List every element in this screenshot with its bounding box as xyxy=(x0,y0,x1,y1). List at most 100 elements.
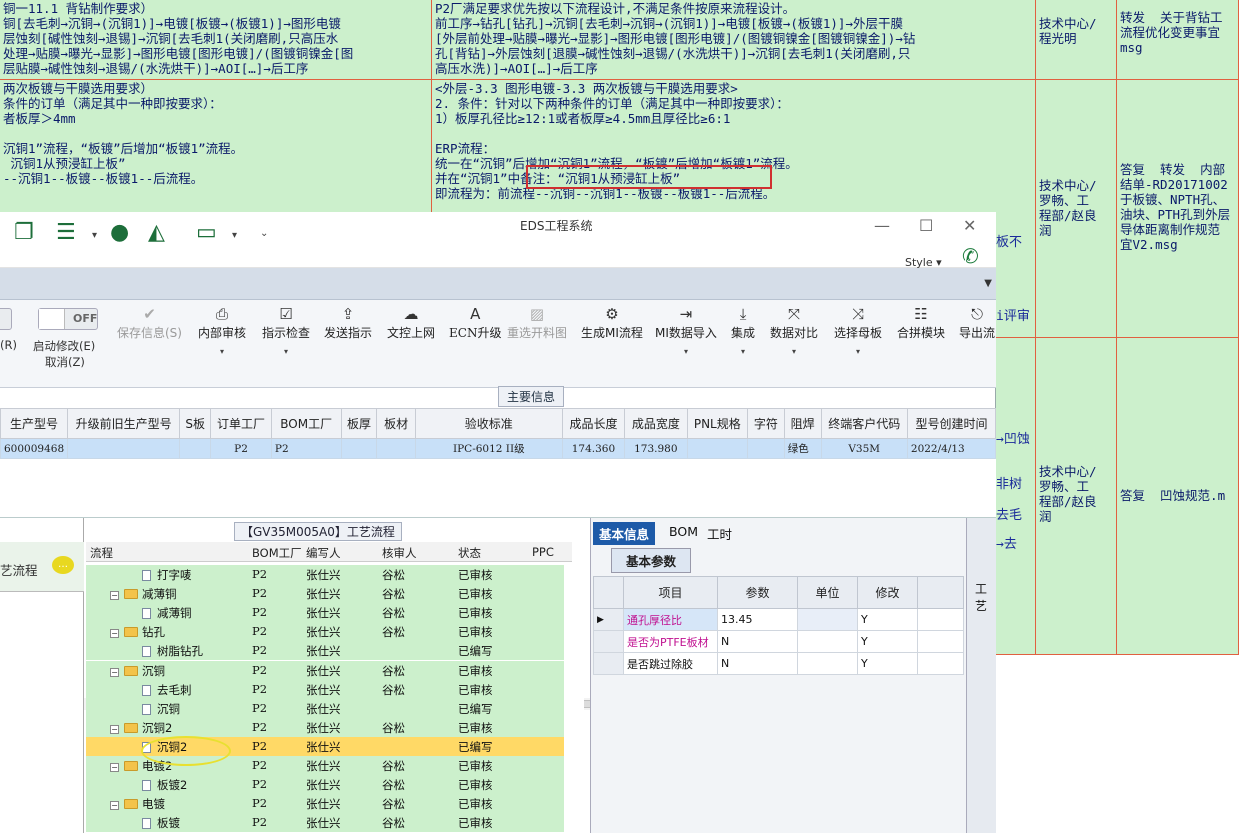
tree-row[interactable]: − 沉铜2 P2 张仕兴 谷松 已审核 xyxy=(86,717,564,737)
table-row[interactable]: 是否跳过除胶 N Y xyxy=(593,652,964,675)
grid-header[interactable]: 终端客户代码 xyxy=(820,408,908,439)
params-header-param[interactable]: 参数 xyxy=(717,576,798,609)
merge-module-button[interactable]: ☷ 合拼模块 xyxy=(897,304,945,341)
grid-header[interactable]: 验收标准 xyxy=(414,408,563,439)
grid-header[interactable]: 成品宽度 xyxy=(624,408,688,439)
tree-row[interactable]: 板镀2 P2 张仕兴 谷松 已审核 xyxy=(86,775,564,795)
grid-cell[interactable]: 绿色 xyxy=(783,438,822,459)
tree-header-status[interactable]: 状态 xyxy=(458,545,481,561)
grid-cell[interactable] xyxy=(340,438,378,459)
tree-row[interactable]: − 钻孔 P2 张仕兴 谷松 已审核 xyxy=(86,622,564,642)
grid-cell[interactable] xyxy=(67,438,181,459)
grid-header[interactable]: 成品长度 xyxy=(561,408,626,439)
grid-cell[interactable]: IPC-6012 II级 xyxy=(414,438,563,459)
collapse-icon[interactable]: − xyxy=(110,591,119,601)
tree-header-ppc[interactable]: PPC xyxy=(532,545,554,559)
param-item[interactable]: 是否跳过除胶 xyxy=(623,652,718,675)
param-item[interactable]: 通孔厚径比 xyxy=(623,608,718,631)
param-value[interactable]: 13.45 xyxy=(717,608,798,631)
param-item[interactable]: 是否为PTFE板材 xyxy=(623,630,718,653)
process-side-tab[interactable]: 工艺 xyxy=(966,518,996,833)
user-icon[interactable]: ● xyxy=(110,220,129,245)
tree-row[interactable]: 打字唛 P2 张仕兴 谷松 已审核 xyxy=(86,565,564,584)
select-mother-board-button[interactable]: ⤨ 选择母板 ▾ xyxy=(834,304,882,356)
start-modify-toggle[interactable]: OFF xyxy=(38,308,98,330)
instruction-check-button[interactable]: ☑ 指示检查 ▾ xyxy=(262,304,310,356)
tab-basic-info[interactable]: 基本信息 xyxy=(593,522,656,545)
params-header-modify[interactable]: 修改 xyxy=(857,576,918,609)
customize-icon[interactable]: ⌄ xyxy=(260,228,268,239)
grid-cell[interactable] xyxy=(747,438,785,459)
grid-cell[interactable]: P2 xyxy=(270,438,342,459)
minimize-icon[interactable]: — xyxy=(874,216,890,235)
toggle-left[interactable]: F xyxy=(0,308,12,330)
chart-icon[interactable]: ◭ xyxy=(148,220,165,245)
tree-row[interactable]: − 沉铜 P2 张仕兴 谷松 已审核 xyxy=(86,660,564,680)
generate-mi-flow-button[interactable]: ⚙ 生成MI流程 xyxy=(581,304,643,341)
tree-row[interactable]: − 减薄铜 P2 张仕兴 谷松 已审核 xyxy=(86,584,564,604)
tree-row[interactable]: 去毛刺 P2 张仕兴 谷松 已审核 xyxy=(86,679,564,699)
grid-cell[interactable] xyxy=(686,438,749,459)
grid-header[interactable]: BOM工厂 xyxy=(270,408,342,439)
tree-header-reviewer[interactable]: 核审人 xyxy=(382,545,417,561)
grid-cell[interactable]: P2 xyxy=(210,438,272,459)
grid-header[interactable]: 板厚 xyxy=(340,408,378,439)
phone-icon[interactable]: ✆ xyxy=(962,244,979,268)
collapse-icon[interactable]: − xyxy=(110,763,119,772)
grid-header[interactable]: S板 xyxy=(179,408,212,439)
param-value[interactable]: N xyxy=(717,652,798,675)
grid-cell[interactable]: 600009468 xyxy=(0,438,69,459)
process-side-header[interactable]: 艺流程 … xyxy=(0,542,84,592)
tree-row[interactable]: 树脂钻孔 P2 张仕兴 已编写 xyxy=(86,641,564,661)
mi-data-import-button[interactable]: ⇥ MI数据导入 ▾ xyxy=(655,304,717,356)
params-header-item[interactable]: 项目 xyxy=(623,576,718,609)
param-unit[interactable] xyxy=(797,608,858,631)
table-icon[interactable]: ☰ xyxy=(56,220,76,245)
chevron-down-icon[interactable]: ▾ xyxy=(92,230,97,241)
grid-header[interactable]: 升级前旧生产型号 xyxy=(67,408,181,439)
ribbon-collapse-icon[interactable]: ▼ xyxy=(984,278,992,289)
param-modify[interactable]: Y xyxy=(857,630,918,653)
params-header-unit[interactable]: 单位 xyxy=(797,576,858,609)
tab-bom[interactable]: BOM xyxy=(663,522,704,541)
close-icon[interactable]: ✕ xyxy=(963,216,976,235)
grid-header[interactable]: PNL规格 xyxy=(686,408,749,439)
subtab-basic-params[interactable]: 基本参数 xyxy=(611,548,692,573)
collapse-icon[interactable]: − xyxy=(110,801,119,811)
clipboard-icon[interactable]: ❐ xyxy=(14,220,34,245)
data-compare-button[interactable]: ⤧ 数据对比 ▾ xyxy=(770,304,818,356)
tab-work-hours[interactable]: 工时 xyxy=(701,522,738,545)
grid-header[interactable]: 阻焊 xyxy=(783,408,822,439)
tree-row[interactable]: − 电镀 P2 张仕兴 谷松 已审核 xyxy=(86,794,564,814)
grid-header[interactable]: 字符 xyxy=(747,408,785,439)
tree-header-author[interactable]: 编写人 xyxy=(306,545,341,561)
param-modify[interactable]: Y xyxy=(857,608,918,631)
tree-header-bom[interactable]: BOM工厂 xyxy=(252,545,302,561)
maximize-icon[interactable]: ☐ xyxy=(919,216,933,235)
grid-header[interactable]: 型号创建时间 xyxy=(906,408,997,439)
ecn-upgrade-button[interactable]: A ECN升级 xyxy=(449,304,501,341)
reselect-cutting-diagram-button[interactable]: ▨ 重选开料图 xyxy=(507,304,567,341)
start-modify-label[interactable]: 启动修改(E) xyxy=(33,338,95,354)
send-instruction-button[interactable]: ⇪ 发送指示 xyxy=(324,304,372,341)
tree-header-flow[interactable]: 流程 xyxy=(90,545,113,561)
doc-control-upload-button[interactable]: ☁ 文控上网 xyxy=(387,304,435,341)
table-row[interactable]: 600009468 P2 P2 IPC-6012 II级 174.360 173… xyxy=(0,438,997,459)
grid-header[interactable]: 订单工厂 xyxy=(210,408,272,439)
cancel-label[interactable]: 取消(Z) xyxy=(45,354,85,370)
grid-cell[interactable]: 174.360 xyxy=(561,438,626,459)
grid-cell[interactable] xyxy=(376,438,416,459)
integrate-button[interactable]: ⤓ 集成 ▾ xyxy=(731,304,755,356)
collapse-icon[interactable]: − xyxy=(110,724,119,734)
collapse-icon[interactable]: − xyxy=(110,629,119,639)
tree-row[interactable]: 减薄铜 P2 张仕兴 谷松 已审核 xyxy=(86,603,564,623)
chevron-down-icon[interactable]: ▾ xyxy=(232,230,237,241)
grid-header[interactable]: 板材 xyxy=(376,408,416,439)
export-flow-button[interactable]: ⎋ 导出流 xyxy=(959,304,995,341)
grid-header[interactable]: 生产型号 xyxy=(0,408,69,439)
param-unit[interactable] xyxy=(797,652,858,675)
collapse-icon[interactable]: − xyxy=(110,667,119,677)
tree-row[interactable]: 板镀 P2 张仕兴 谷松 已审核 xyxy=(86,813,564,833)
monitor-icon[interactable]: ▭ xyxy=(196,220,217,245)
comment-icon[interactable]: … xyxy=(52,556,74,574)
